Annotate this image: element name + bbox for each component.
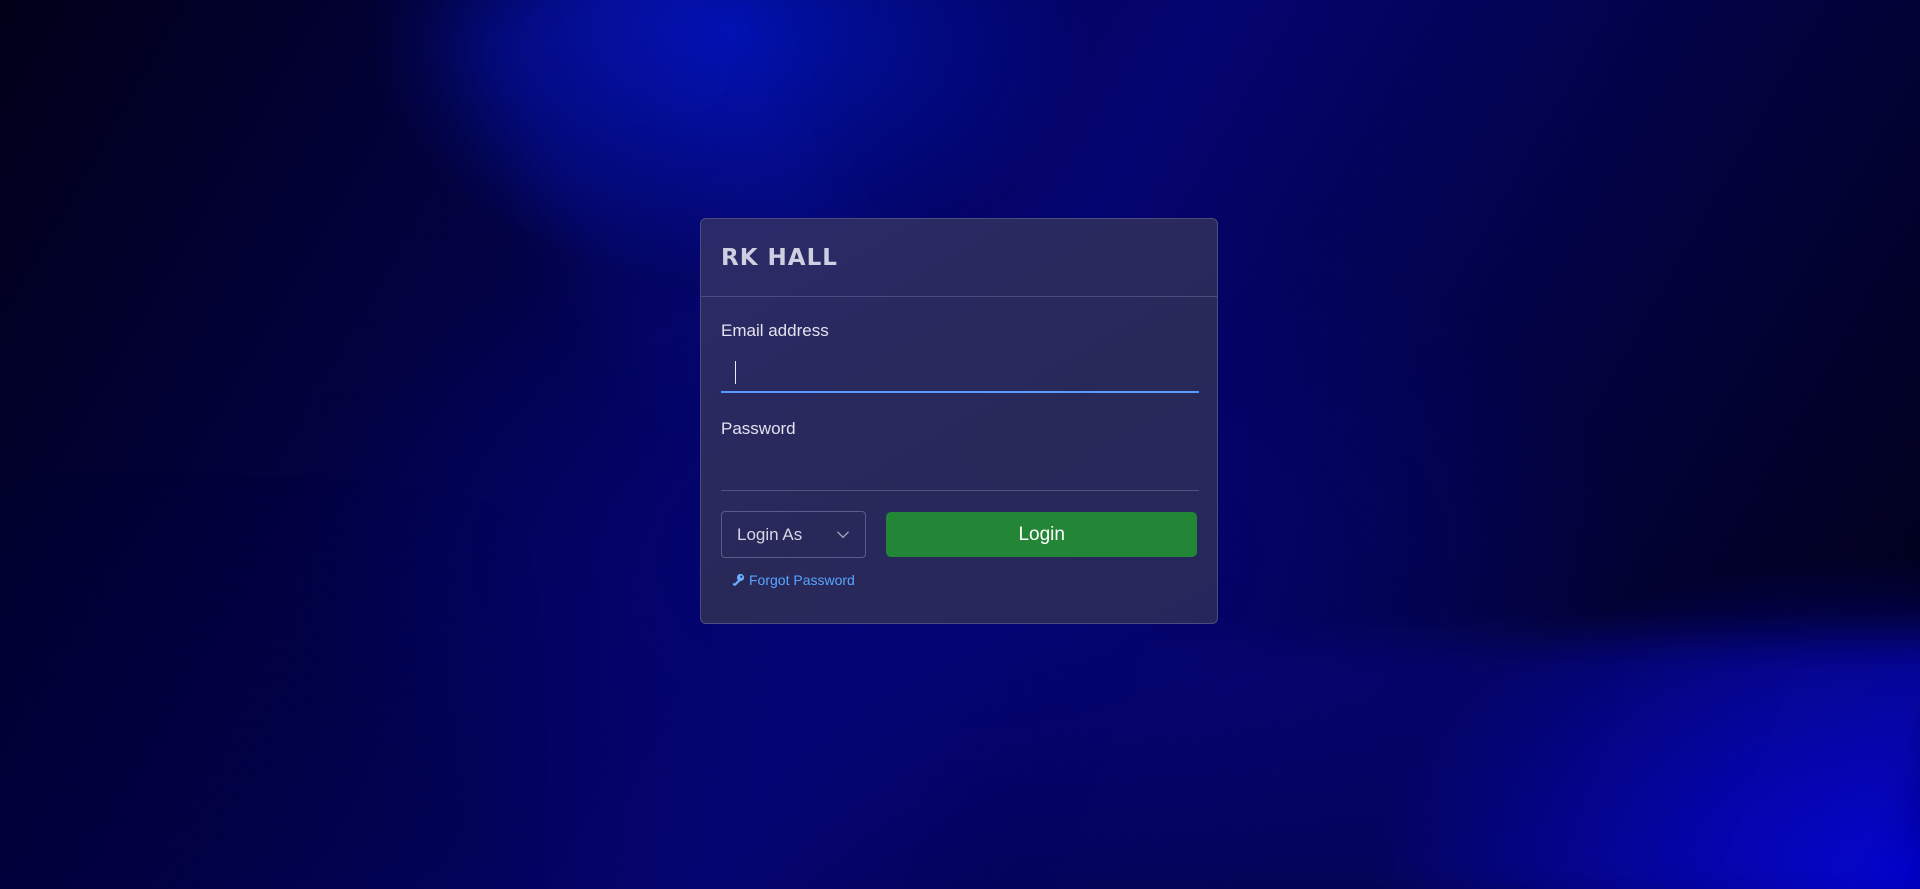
login-as-select[interactable]: Login As [721,511,867,558]
login-form: Email address Password Login As Login Fo… [701,297,1217,593]
text-cursor [735,361,736,384]
background-light-streak [972,640,1920,889]
login-card: RK HALL Email address Password Login As … [700,218,1218,624]
login-button[interactable]: Login [886,512,1197,557]
email-label: Email address [721,321,829,340]
password-field-wrapper [721,449,1199,491]
brand-title: RK HALL [721,244,838,271]
forgot-password-label: Forgot Password [749,572,855,588]
email-field-wrapper [721,351,1199,393]
key-icon [730,572,746,588]
password-field[interactable] [721,449,1199,491]
chevron-down-icon [837,529,850,541]
card-header: RK HALL [701,219,1217,297]
login-as-selected-value: Login As [737,524,803,544]
password-label: Password [721,419,796,438]
background-light-streak [0,520,500,889]
forgot-password-link[interactable]: Forgot Password [730,572,855,588]
form-actions: Login As Login [721,511,1197,558]
email-field[interactable] [721,351,1199,393]
